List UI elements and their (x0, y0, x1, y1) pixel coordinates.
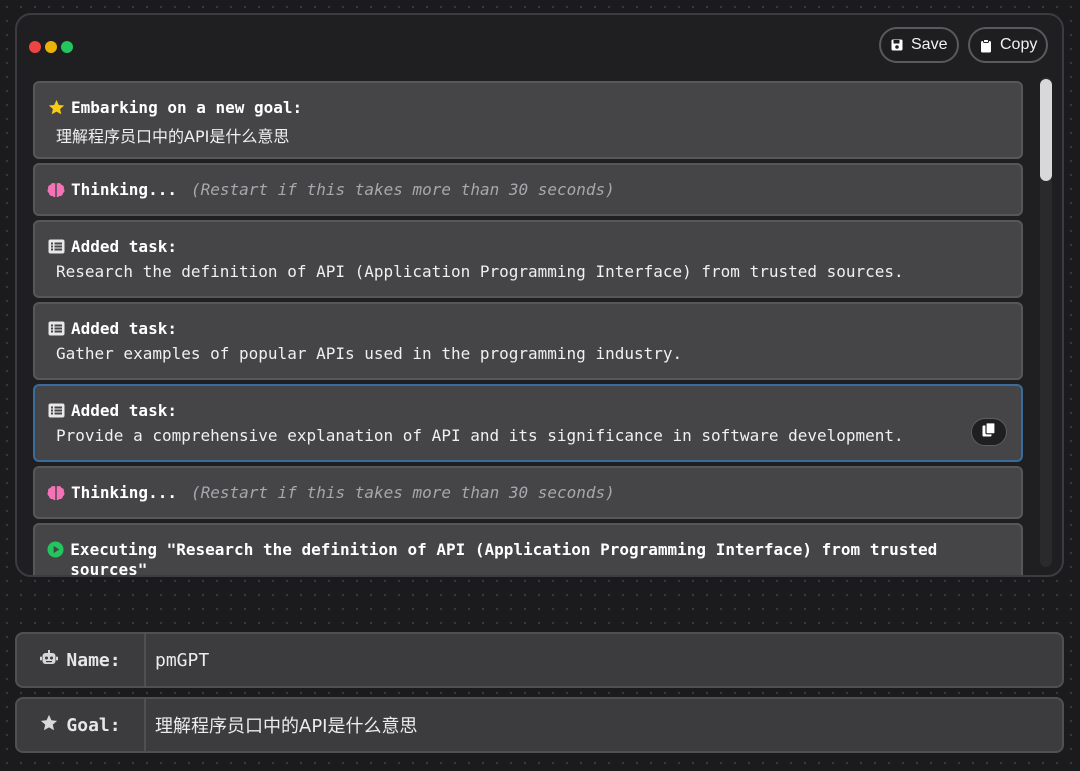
task-list-icon (47, 402, 65, 420)
message-body: Provide a comprehensive explanation of A… (56, 426, 904, 445)
copy-icon (981, 422, 997, 442)
message-body: 理解程序员口中的API是什么意思 (56, 127, 290, 146)
floppy-disk-icon (891, 39, 903, 51)
message-title: Thinking... (71, 180, 177, 199)
copy-button[interactable]: Copy (968, 27, 1048, 63)
feed-scrollbar[interactable] (1038, 77, 1054, 567)
message-thinking: Thinking... (Restart if this takes more … (33, 466, 1023, 519)
brain-icon (47, 484, 65, 502)
message-added-task: Added task: Gather examples of popular A… (33, 302, 1023, 380)
name-label-text: Name: (66, 649, 121, 671)
message-added-task[interactable]: Added task: Provide a comprehensive expl… (33, 384, 1023, 462)
message-title: Added task: (71, 237, 177, 256)
agent-goal-field[interactable]: Goal: 理解程序员口中的API是什么意思 (15, 697, 1064, 753)
task-list-icon (47, 320, 65, 338)
copy-button-label: Copy (1000, 36, 1038, 53)
save-button[interactable]: Save (879, 27, 959, 63)
name-label: Name: (17, 634, 146, 686)
message-title: Added task: (71, 319, 177, 338)
restart-hint: (Restart if this takes more than 30 seco… (190, 483, 615, 502)
message-body: Research the definition of API (Applicat… (56, 262, 904, 281)
brain-icon (47, 181, 65, 199)
maximize-dot[interactable] (61, 41, 73, 53)
star-icon (47, 99, 65, 117)
clipboard-icon (980, 39, 992, 53)
robot-icon (40, 649, 59, 671)
agent-name-field[interactable]: Name: pmGPT (15, 632, 1064, 688)
message-title: Executing "Research the definition of AP… (70, 540, 938, 575)
task-list-icon (47, 238, 65, 256)
play-circle-icon (47, 540, 64, 558)
copy-message-button[interactable] (971, 418, 1007, 446)
agent-output-window: Save Copy Embarking on a new goal: 理解程序员… (15, 13, 1064, 577)
restart-hint: (Restart if this takes more than 30 seco… (190, 180, 615, 199)
close-dot[interactable] (29, 41, 41, 53)
save-button-label: Save (911, 36, 948, 53)
message-thinking: Thinking... (Restart if this takes more … (33, 163, 1023, 216)
message-body: Gather examples of popular APIs used in … (56, 344, 683, 363)
name-input[interactable]: pmGPT (155, 634, 209, 686)
goal-input[interactable]: 理解程序员口中的API是什么意思 (155, 699, 417, 751)
goal-label: Goal: (17, 699, 146, 751)
scrollbar-thumb[interactable] (1040, 79, 1052, 181)
minimize-dot[interactable] (45, 41, 57, 53)
message-title: Thinking... (71, 483, 177, 502)
message-feed[interactable]: Embarking on a new goal: 理解程序员口中的API是什么意… (17, 77, 1062, 575)
message-title: Added task: (71, 401, 177, 420)
message-title: Embarking on a new goal: (71, 98, 303, 117)
message-goal: Embarking on a new goal: 理解程序员口中的API是什么意… (33, 81, 1023, 159)
star-icon (40, 714, 58, 737)
goal-label-text: Goal: (66, 714, 121, 736)
window-titlebar: Save Copy (17, 15, 1062, 77)
message-added-task: Added task: Research the definition of A… (33, 220, 1023, 298)
message-executing: Executing "Research the definition of AP… (33, 523, 1023, 575)
